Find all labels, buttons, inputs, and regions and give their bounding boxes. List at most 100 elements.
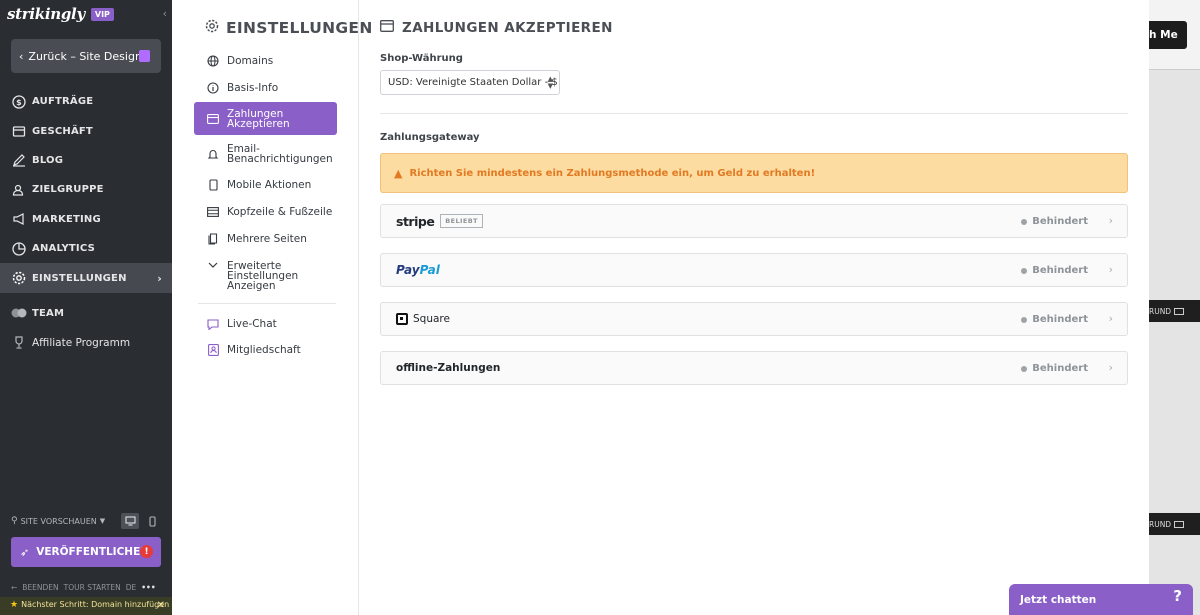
gateway-row-square[interactable]: Square Behindert ›: [380, 302, 1128, 336]
payments-title: ZAHLUNGEN AKZEPTIEREN: [380, 20, 613, 36]
settings-item-email[interactable]: Email-Benachrichtigungen: [194, 142, 337, 166]
warning-icon: ▲: [394, 166, 403, 180]
globe-icon: [206, 55, 220, 67]
gateway-status: Behindert: [1021, 265, 1088, 276]
team-icon: [11, 305, 27, 321]
settings-item-label: Mitgliedschaft: [227, 344, 301, 356]
paypal-logo: PayPal: [396, 263, 440, 277]
mobile-preview-icon[interactable]: [143, 513, 161, 529]
settings-menu: EINSTELLUNGEN Domains Basis-Info Zahlung…: [172, 0, 372, 615]
store-icon: [11, 123, 27, 139]
gateway-status-label: Behindert: [1032, 314, 1088, 325]
back-button-label: Zurück – Site Design: [28, 49, 142, 63]
settings-item-mitgliedschaft[interactable]: Mitgliedschaft: [194, 343, 337, 357]
strikingly-logo: strikingly: [7, 5, 85, 23]
nav-item-label: ANALYTICS: [32, 243, 95, 255]
gateway-row-stripe[interactable]: stripe BELIEBT Behindert ›: [380, 204, 1128, 238]
end-tour-link[interactable]: BEENDEN: [22, 583, 58, 592]
gateway-status: Behindert: [1021, 216, 1088, 227]
chat-icon: [206, 318, 220, 330]
nav-item-team[interactable]: TEAM: [0, 299, 172, 328]
collapse-sidebar-icon[interactable]: ‹: [163, 7, 167, 20]
desktop-preview-icon[interactable]: [121, 513, 139, 529]
payments-title-label: ZAHLUNGEN AKZEPTIEREN: [402, 20, 613, 36]
nav-item-label: TEAM: [32, 307, 65, 319]
background-strip[interactable]: RUND: [1149, 513, 1200, 535]
layout-icon: [206, 207, 220, 217]
back-to-site-design-button[interactable]: ‹ Zurück – Site Design: [11, 39, 161, 73]
nav-item-label: EINSTELLUNGEN: [32, 272, 127, 284]
square-logo: Square: [396, 313, 450, 325]
popular-badge: BELIEBT: [440, 214, 483, 228]
status-dot: [1021, 267, 1028, 274]
nav-item-marketing[interactable]: MARKETING: [0, 205, 172, 234]
card-icon: [206, 113, 220, 124]
section-divider: [380, 113, 1128, 114]
settings-item-label: Zahlungen Akzeptieren: [227, 107, 290, 130]
gateway-row-offline[interactable]: offline-Zahlungen Behindert ›: [380, 351, 1128, 385]
settings-item-label: Basis-Info: [227, 82, 279, 94]
settings-item-seiten[interactable]: Mehrere Seiten: [194, 232, 337, 246]
square-logo-label: Square: [413, 313, 450, 325]
star-icon: ★: [10, 600, 19, 610]
background-strip[interactable]: RUND: [1149, 300, 1200, 322]
nav-item-label: BLOG: [32, 154, 64, 166]
tour-row: ← BEENDEN TOUR STARTEN DE •••: [11, 583, 156, 592]
chevron-down-icon: [206, 262, 220, 268]
pages-icon: [206, 233, 220, 245]
settings-item-mobile[interactable]: Mobile Aktionen: [194, 178, 337, 192]
nav-item-auftraege[interactable]: $ AUFTRÄGE: [0, 87, 172, 116]
settings-item-erweitert[interactable]: Erweiterte Einstellungen Anzeigen: [194, 259, 337, 292]
chevron-right-icon: ›: [1108, 361, 1113, 374]
nav-item-geschaeft[interactable]: GESCHÄFT: [0, 116, 172, 145]
chevron-right-icon: ›: [157, 271, 162, 285]
stripe-logo: stripe: [396, 213, 435, 229]
logo-row: strikingly VIP: [0, 0, 172, 28]
publish-button[interactable]: ➶ VERÖFFENTLICHEN !: [11, 537, 161, 567]
chart-icon: [11, 241, 27, 257]
rocket-icon: ➶: [20, 545, 30, 559]
status-dot: [1021, 365, 1028, 372]
dollar-icon: $: [11, 94, 27, 110]
language-switch[interactable]: DE: [126, 583, 137, 592]
chat-widget[interactable]: Jetzt chatten ?: [1009, 584, 1193, 615]
settings-title-label: EINSTELLUNGEN: [226, 19, 373, 37]
gateway-row-paypal[interactable]: PayPal Behindert ›: [380, 253, 1128, 287]
nav-item-analytics[interactable]: ANALYTICS: [0, 234, 172, 263]
settings-item-kopfzeile[interactable]: Kopfzeile & Fußzeile: [194, 205, 337, 219]
more-menu-icon[interactable]: •••: [141, 583, 155, 592]
currency-select[interactable]: USD: Vereinigte Staaten Dollar - $ ▲ ▼: [380, 70, 560, 95]
close-icon[interactable]: ✕: [157, 600, 165, 611]
nav-item-label: Affiliate Programm: [32, 336, 131, 349]
chevron-right-icon: ›: [1108, 263, 1113, 276]
settings-item-basis-info[interactable]: Basis-Info: [194, 81, 337, 95]
card-icon: [380, 20, 394, 36]
member-icon: [206, 344, 220, 356]
settings-menu-divider: [198, 303, 336, 304]
nav-item-label: GESCHÄFT: [32, 125, 93, 137]
site-preview-dropdown[interactable]: SITE VORSCHAUEN: [21, 517, 97, 526]
start-tour-link[interactable]: TOUR STARTEN: [64, 583, 121, 592]
help-icon[interactable]: ?: [1173, 587, 1182, 605]
chevron-down-icon: ▼: [99, 517, 106, 525]
nav-item-zielgruppe[interactable]: ZIELGRUPPE: [0, 175, 172, 204]
vip-badge: VIP: [90, 7, 114, 21]
settings-item-domains[interactable]: Domains: [194, 54, 337, 68]
site-preview-button[interactable]: h Me: [1147, 21, 1187, 49]
next-step-text: Nächster Schritt: Domain hinzufügen: [21, 600, 170, 609]
chevron-right-icon: ›: [1108, 214, 1113, 227]
mobile-icon: [206, 179, 220, 191]
site-preview-row: ⚲ SITE VORSCHAUEN ▼: [11, 512, 161, 530]
nav-item-einstellungen[interactable]: EINSTELLUNGEN ›: [0, 263, 172, 293]
offline-payments-label: offline-Zahlungen: [396, 362, 501, 374]
status-dot: [1021, 316, 1028, 323]
pen-icon: [11, 152, 27, 168]
settings-item-label: Kopfzeile & Fußzeile: [227, 206, 333, 218]
nav-item-affiliate[interactable]: Affiliate Programm: [0, 328, 172, 357]
settings-item-live-chat[interactable]: Live-Chat: [194, 317, 337, 331]
background-strip-label: RUND: [1149, 519, 1172, 529]
nav-item-blog[interactable]: BLOG: [0, 146, 172, 175]
next-step-banner[interactable]: ★ Nächster Schritt: Domain hinzufügen ✕: [0, 597, 172, 615]
settings-item-zahlungen[interactable]: Zahlungen Akzeptieren: [194, 102, 337, 135]
payment-warning-text: Richten Sie mindestens ein Zahlungsmetho…: [409, 167, 816, 179]
